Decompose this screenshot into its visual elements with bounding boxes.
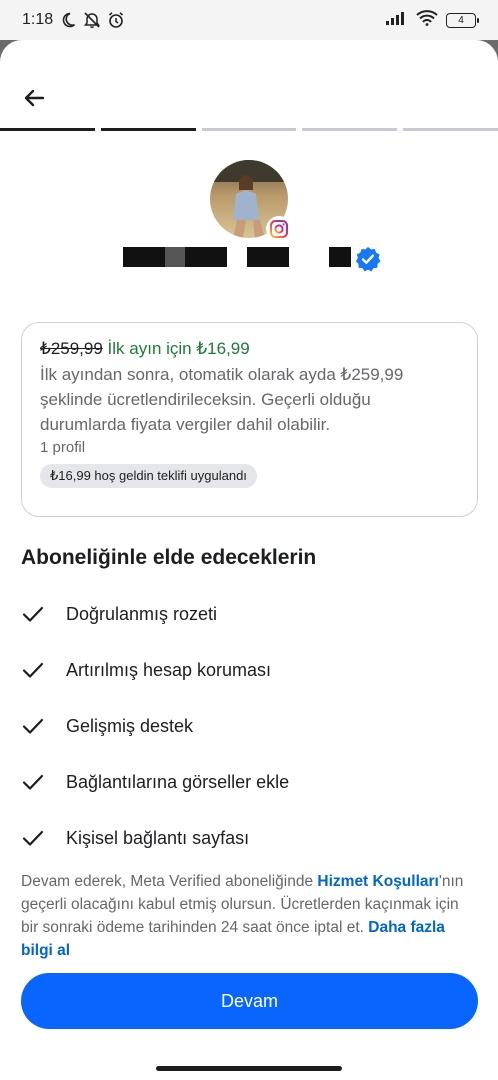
welcome-offer-chip: ₺16,99 hoş geldin teklifi uygulandı bbox=[40, 464, 257, 488]
checkmark-icon bbox=[21, 599, 51, 629]
new-price: İlk ayın için ₺16,99 bbox=[107, 339, 250, 358]
terms-of-service-link[interactable]: Hizmet Koşulları bbox=[317, 873, 438, 890]
profile-name-redacted bbox=[123, 246, 383, 272]
status-right: 4 bbox=[386, 9, 479, 31]
profile-count: 1 profil bbox=[40, 439, 86, 456]
battery-level: 4 bbox=[458, 14, 464, 26]
checkmark-icon bbox=[21, 655, 51, 685]
offer-card: ₺259,99 İlk ayın için ₺16,99 İlk ayından… bbox=[21, 322, 478, 517]
progress-step bbox=[302, 128, 398, 131]
back-button[interactable] bbox=[18, 82, 50, 114]
benefit-item: Gelişmiş destek bbox=[21, 698, 481, 754]
redacted-block bbox=[329, 247, 351, 267]
arrow-left-icon bbox=[24, 89, 45, 107]
step-progress bbox=[0, 128, 498, 131]
terms-text-1: Devam ederek, Meta Verified aboneliğinde bbox=[21, 873, 318, 890]
benefit-label: Doğrulanmış rozeti bbox=[66, 603, 218, 624]
price-description: İlk ayından sonra, otomatik olarak ayda … bbox=[40, 365, 404, 434]
battery-icon: 4 bbox=[446, 12, 479, 28]
benefit-label: Bağlantılarına görseller ekle bbox=[66, 771, 290, 792]
progress-step bbox=[201, 128, 297, 131]
checkmark-icon bbox=[21, 767, 51, 797]
benefits-list: Doğrulanmış rozeti Artırılmış hesap koru… bbox=[21, 586, 481, 866]
alarm-icon bbox=[107, 11, 125, 29]
status-bar: 1:18 4 bbox=[0, 0, 498, 40]
progress-step bbox=[100, 128, 196, 131]
old-price: ₺259,99 bbox=[40, 339, 103, 358]
benefit-item: Bağlantılarına görseller ekle bbox=[21, 754, 481, 810]
subscription-sheet: ₺259,99 İlk ayın için ₺16,99 İlk ayından… bbox=[0, 40, 498, 1060]
benefits-title: Aboneliğinle elde edeceklerin bbox=[21, 546, 317, 569]
profile-avatar bbox=[210, 160, 292, 242]
home-indicator[interactable] bbox=[156, 1066, 342, 1071]
progress-step bbox=[0, 128, 95, 131]
status-left: 1:18 bbox=[22, 11, 125, 29]
price-line: ₺259,99 İlk ayın için ₺16,99 bbox=[40, 337, 459, 361]
benefit-item: Artırılmış hesap koruması bbox=[21, 642, 481, 698]
redacted-block bbox=[185, 247, 227, 267]
status-time: 1:18 bbox=[22, 11, 54, 28]
signal-icon bbox=[386, 11, 408, 30]
terms-text: Devam ederek, Meta Verified aboneliğinde… bbox=[21, 870, 479, 962]
benefit-label: Gelişmiş destek bbox=[66, 715, 194, 736]
checkmark-icon bbox=[21, 711, 51, 741]
progress-step bbox=[403, 128, 498, 131]
mute-notifications-icon bbox=[83, 11, 101, 29]
benefit-item: Doğrulanmış rozeti bbox=[21, 586, 481, 642]
redacted-block bbox=[123, 247, 165, 267]
redacted-block bbox=[247, 247, 289, 267]
benefit-label: Kişisel bağlantı sayfası bbox=[66, 827, 250, 848]
verified-badge-icon bbox=[355, 246, 381, 272]
wifi-icon bbox=[416, 9, 438, 31]
instagram-icon bbox=[266, 216, 292, 242]
moon-icon bbox=[59, 11, 77, 29]
continue-button[interactable]: Devam bbox=[21, 973, 478, 1029]
checkmark-icon bbox=[21, 823, 51, 853]
benefit-label: Artırılmış hesap koruması bbox=[66, 659, 272, 680]
benefit-item: Kişisel bağlantı sayfası bbox=[21, 810, 481, 866]
redacted-block bbox=[165, 247, 185, 267]
